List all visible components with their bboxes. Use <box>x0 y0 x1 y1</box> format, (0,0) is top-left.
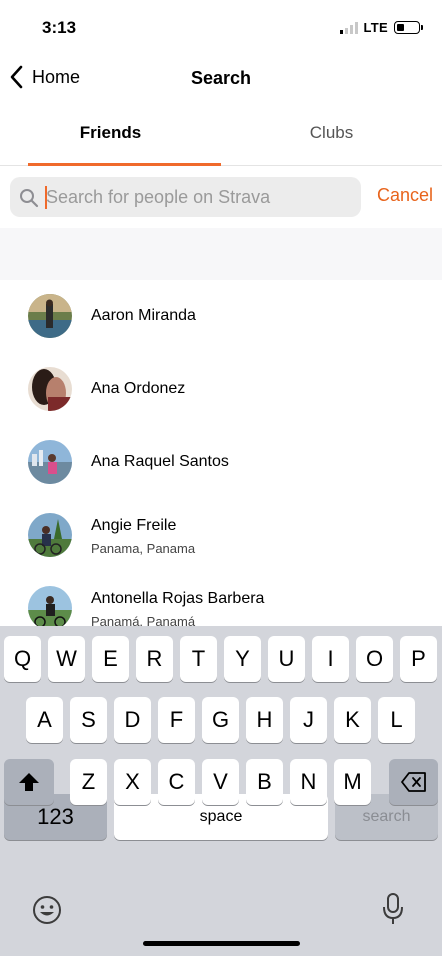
avatar <box>28 513 72 557</box>
key-z[interactable]: Z <box>70 759 107 805</box>
status-bar: 3:13 LTE <box>0 0 442 56</box>
backspace-icon <box>400 772 426 792</box>
emoji-icon <box>33 896 61 924</box>
list-item[interactable]: Ana Ordonez <box>0 353 442 426</box>
section-spacer <box>0 228 442 280</box>
key-r[interactable]: R <box>136 636 173 682</box>
shift-icon <box>19 773 39 791</box>
athlete-name: Antonella Rojas Barbera <box>91 590 265 607</box>
avatar <box>28 294 72 338</box>
key-v[interactable]: V <box>202 759 239 805</box>
key-p[interactable]: P <box>400 636 437 682</box>
list-item[interactable]: Aaron Miranda <box>0 280 442 353</box>
home-indicator <box>143 941 300 946</box>
tab-clubs[interactable]: Clubs <box>221 110 442 166</box>
list-item[interactable]: Ana Raquel Santos <box>0 426 442 499</box>
avatar <box>28 440 72 484</box>
on-screen-keyboard: 123 space search QWERTYUIOPASDFGHJKLZXCV… <box>0 626 442 956</box>
cellular-signal-icon <box>339 21 358 34</box>
key-e[interactable]: E <box>92 636 129 682</box>
status-indicators: LTE <box>339 20 423 35</box>
key-h[interactable]: H <box>246 697 283 743</box>
tab-friends[interactable]: Friends <box>0 110 221 166</box>
key-o[interactable]: O <box>356 636 393 682</box>
athlete-name: Angie Freile <box>91 517 177 534</box>
key-t[interactable]: T <box>180 636 217 682</box>
key-y[interactable]: Y <box>224 636 261 682</box>
emoji-button[interactable] <box>31 894 63 931</box>
key-delete[interactable] <box>389 759 438 805</box>
key-w[interactable]: W <box>48 636 85 682</box>
list-item[interactable]: Antonella Rojas Barbera Panamá, Panamá <box>0 572 442 626</box>
search-bar: Cancel <box>0 166 442 228</box>
search-box[interactable] <box>10 177 361 217</box>
key-g[interactable]: G <box>202 697 239 743</box>
status-time: 3:13 <box>42 18 77 37</box>
key-b[interactable]: B <box>246 759 283 805</box>
battery-icon <box>394 21 423 34</box>
search-icon <box>20 189 39 208</box>
athlete-location: Panamá, Panamá <box>91 614 196 626</box>
key-d[interactable]: D <box>114 697 151 743</box>
dictation-button[interactable] <box>381 892 405 931</box>
key-q[interactable]: Q <box>4 636 41 682</box>
microphone-icon <box>383 893 403 924</box>
avatar <box>28 367 72 411</box>
key-u[interactable]: U <box>268 636 305 682</box>
cancel-button[interactable]: Cancel <box>377 185 433 206</box>
key-j[interactable]: J <box>290 697 327 743</box>
athlete-name: Ana Raquel Santos <box>91 453 229 470</box>
athlete-list: Aaron Miranda Ana Ordonez Ana Raquel San… <box>0 280 442 626</box>
key-shift[interactable] <box>4 759 54 805</box>
key-l[interactable]: L <box>378 697 415 743</box>
key-n[interactable]: N <box>290 759 327 805</box>
battery-level <box>397 24 404 31</box>
key-s[interactable]: S <box>70 697 107 743</box>
network-type: LTE <box>363 20 388 35</box>
key-a[interactable]: A <box>26 697 63 743</box>
key-c[interactable]: C <box>158 759 195 805</box>
key-m[interactable]: M <box>334 759 371 805</box>
key-x[interactable]: X <box>114 759 151 805</box>
athlete-name: Ana Ordonez <box>91 380 186 397</box>
athlete-name: Aaron Miranda <box>91 307 196 324</box>
search-tabs: Friends Clubs <box>0 110 442 166</box>
avatar <box>28 586 72 626</box>
key-i[interactable]: I <box>312 636 349 682</box>
list-item[interactable]: Angie Freile Panama, Panama <box>0 499 442 572</box>
page-title: Search <box>190 68 252 88</box>
navigation-bar: Home Search <box>0 56 442 102</box>
search-input[interactable] <box>46 177 356 217</box>
key-k[interactable]: K <box>334 697 371 743</box>
athlete-location: Panama, Panama <box>91 541 196 556</box>
key-f[interactable]: F <box>158 697 195 743</box>
